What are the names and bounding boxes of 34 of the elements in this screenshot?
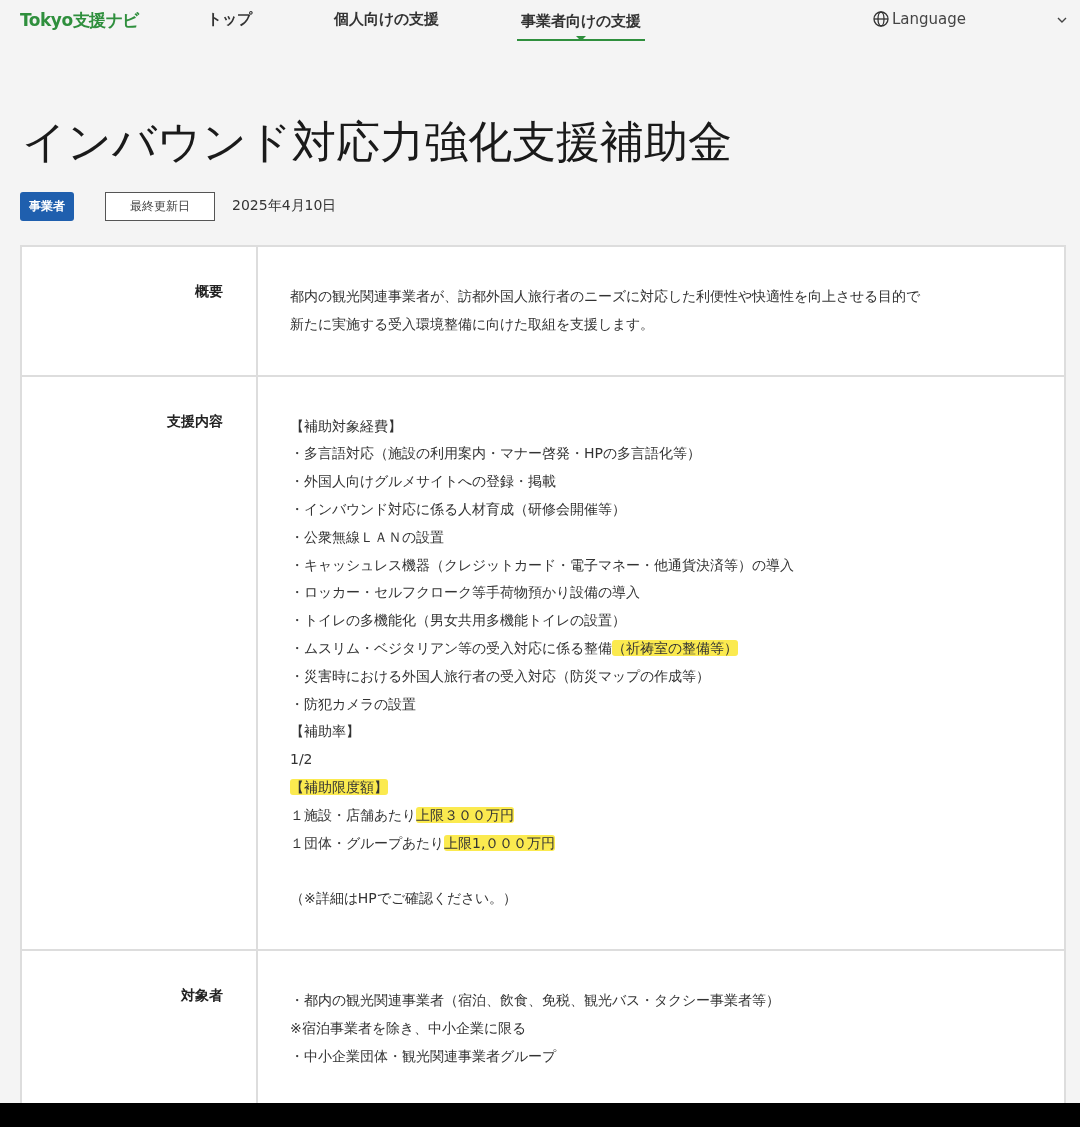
chevron-down-icon[interactable]	[1056, 16, 1068, 24]
content-line: ・ロッカー・セルフクローク等手荷物預かり設備の導入	[290, 583, 641, 603]
row-label: 支援内容	[22, 376, 258, 949]
nav-tab[interactable]: 事業者向けの支援	[516, 0, 645, 41]
content-line: ・トイレの多機能化（男女共用多機能トイレの設置）	[290, 611, 627, 631]
page-title: インバウンド対応力強化支援補助金	[22, 115, 733, 169]
content-line: ・防犯カメラの設置	[290, 694, 417, 714]
globe-icon	[872, 11, 889, 27]
updated-date: 2025年4月10日	[232, 197, 337, 215]
content-line: 1/2	[290, 750, 314, 770]
content-line: ・都内の観光関連事業者（宿泊、飲食、免税、観光バス・タクシー事業者等）	[290, 990, 781, 1010]
content-line: ・キャッシュレス機器（クレジットカード・電子マネー・他通貨決済等）の導入	[290, 555, 795, 575]
content-line: 【補助対象経費】	[290, 416, 403, 436]
content-line: １団体・グループあたり上限1,０００万円	[290, 833, 557, 853]
content-line: ・外国人向けグルメサイトへの登録・掲載	[290, 472, 557, 492]
site-logo[interactable]: Tokyo支援ナビ	[20, 9, 139, 32]
content-line: ・公衆無線ＬＡＮの設置	[290, 527, 445, 547]
category-tag: 事業者	[20, 191, 74, 221]
content-line: ・ムスリム・ベジタリアン等の受入対応に係る整備（祈祷室の整備等）	[290, 638, 739, 658]
content-line: ・インバウンド対応に係る人材育成（研修会開催等）	[290, 500, 627, 519]
content-line: ・中小企業団体・観光関連事業者グループ	[290, 1046, 558, 1066]
content-line: （※詳細はHPでご確認ください。）	[290, 889, 518, 909]
content-line: 新たに実施する受入環境整備に向けた取組を支援します。	[290, 314, 655, 334]
language-button[interactable]: Language	[872, 10, 966, 28]
nav-tab[interactable]: トップ	[202, 0, 256, 41]
content-line: 都内の観光関連事業者が、訪都外国人旅行者のニーズに対応した利便性や快適性を向上させる目的で	[290, 287, 921, 306]
row-label: 概要	[22, 247, 258, 375]
content-line: ・多言語対応（施設の利用案内・マナー啓発・HPの多言語化等）	[290, 444, 702, 464]
content-line: ・災害時における外国人旅行者の受入対応（防災マップの作成等）	[290, 666, 711, 686]
updated-label: 最終更新日	[105, 191, 215, 221]
content-line: 【補助率】	[290, 722, 361, 742]
content-line: ※宿泊事業者を除き、中小企業に限る	[290, 1018, 527, 1038]
content-line: １施設・店舗あたり上限３００万円	[290, 805, 515, 825]
nav-tab[interactable]: 個人向けの支援	[329, 0, 443, 41]
